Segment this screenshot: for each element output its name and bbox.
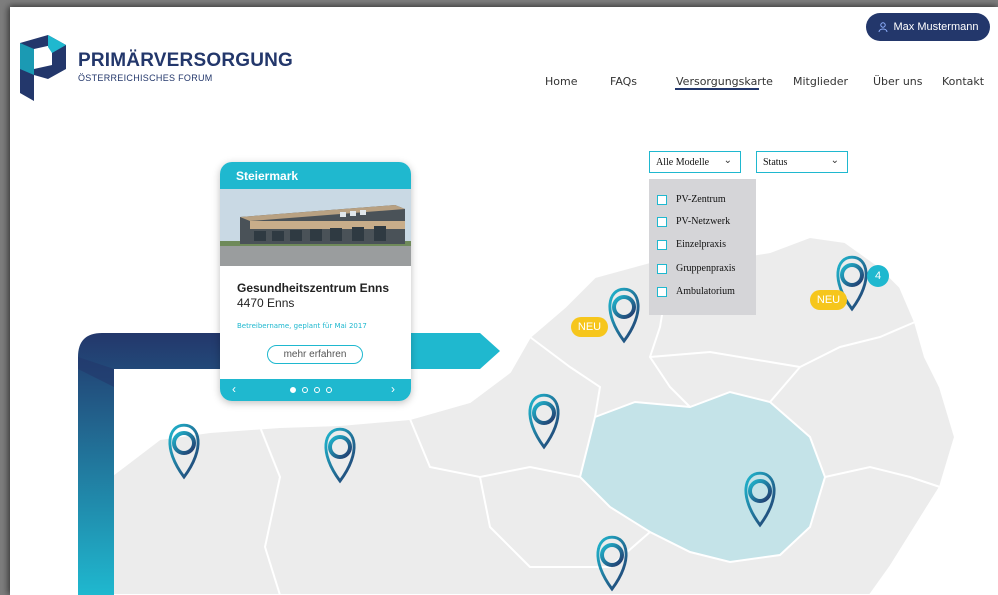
building-photo bbox=[220, 189, 411, 266]
user-account-button[interactable]: Max Mustermann bbox=[866, 13, 990, 41]
option-label: Gruppenpraxis bbox=[676, 263, 736, 274]
option-label: Einzelpraxis bbox=[676, 239, 726, 250]
status-filter-value: Status bbox=[763, 156, 788, 168]
chevron-down-icon: ⌄ bbox=[723, 155, 732, 166]
nav-item-faqs[interactable]: FAQs bbox=[610, 75, 637, 88]
main-navigation: Home FAQs Versorgungskarte Mitglieder Üb… bbox=[10, 75, 998, 95]
carousel-next-button[interactable]: › bbox=[391, 382, 395, 396]
carousel-prev-button[interactable]: ‹ bbox=[232, 382, 236, 396]
browser-page: Max Mustermann PRIMÄRVERSORGUNG ÖSTERREI… bbox=[10, 7, 998, 595]
brand-title[interactable]: PRIMÄRVERSORGUNG bbox=[78, 50, 293, 72]
more-info-button[interactable]: mehr erfahren bbox=[267, 345, 363, 364]
model-option-pv-netzwerk[interactable]: PV-Netzwerk bbox=[657, 216, 730, 227]
model-option-pv-zentrum[interactable]: PV-Zentrum bbox=[657, 194, 726, 205]
checkbox[interactable] bbox=[657, 263, 667, 274]
nav-item-mitglieder[interactable]: Mitglieder bbox=[793, 75, 848, 88]
checkbox[interactable] bbox=[657, 216, 667, 227]
carousel-dots bbox=[290, 387, 332, 393]
facility-note: Betreibername, geplant für Mai 2017 bbox=[237, 322, 367, 330]
checkbox[interactable] bbox=[657, 286, 667, 297]
nav-item-kontakt[interactable]: Kontakt bbox=[942, 75, 984, 88]
model-filter-value: Alle Modelle bbox=[656, 156, 710, 168]
nav-active-indicator bbox=[675, 88, 759, 90]
model-filter-dropdown: PV-Zentrum PV-Netzwerk Einzelpraxis Grup… bbox=[649, 179, 756, 315]
status-filter-select[interactable]: Status ⌄ bbox=[756, 151, 848, 173]
carousel-dot[interactable] bbox=[302, 387, 308, 393]
option-label: Ambulatorium bbox=[676, 286, 735, 297]
option-label: PV-Zentrum bbox=[676, 194, 726, 205]
model-option-gruppenpraxis[interactable]: Gruppenpraxis bbox=[657, 263, 735, 274]
checkbox[interactable] bbox=[657, 194, 667, 205]
location-info-card: Steiermark Gesundheitszentrum Enns 4470 … bbox=[220, 162, 411, 401]
nav-item-ueber-uns[interactable]: Über uns bbox=[873, 75, 923, 88]
card-region-title: Steiermark bbox=[220, 162, 411, 189]
new-badge: NEU bbox=[571, 317, 608, 337]
carousel-dot[interactable] bbox=[314, 387, 320, 393]
card-carousel-controls: ‹ › bbox=[220, 379, 411, 401]
austria-map bbox=[78, 235, 957, 595]
nav-item-versorgungskarte[interactable]: Versorgungskarte bbox=[676, 75, 773, 88]
option-label: PV-Netzwerk bbox=[676, 216, 731, 227]
user-name: Max Mustermann bbox=[893, 21, 979, 33]
chevron-down-icon: ⌄ bbox=[830, 155, 839, 166]
nav-item-home[interactable]: Home bbox=[545, 75, 577, 88]
carousel-dot[interactable] bbox=[290, 387, 296, 393]
model-filter-select[interactable]: Alle Modelle ⌄ bbox=[649, 151, 741, 173]
checkbox[interactable] bbox=[657, 239, 667, 250]
model-option-ambulatorium[interactable]: Ambulatorium bbox=[657, 286, 735, 297]
cluster-count-badge[interactable]: 4 bbox=[867, 265, 889, 287]
facility-city: 4470 Enns bbox=[237, 296, 295, 310]
decorative-ribbon-right bbox=[411, 333, 500, 369]
user-icon bbox=[878, 22, 887, 32]
new-badge: NEU bbox=[810, 290, 847, 310]
facility-name: Gesundheitszentrum Enns bbox=[237, 281, 390, 295]
carousel-dot[interactable] bbox=[326, 387, 332, 393]
model-option-einzelpraxis[interactable]: Einzelpraxis bbox=[657, 239, 726, 250]
